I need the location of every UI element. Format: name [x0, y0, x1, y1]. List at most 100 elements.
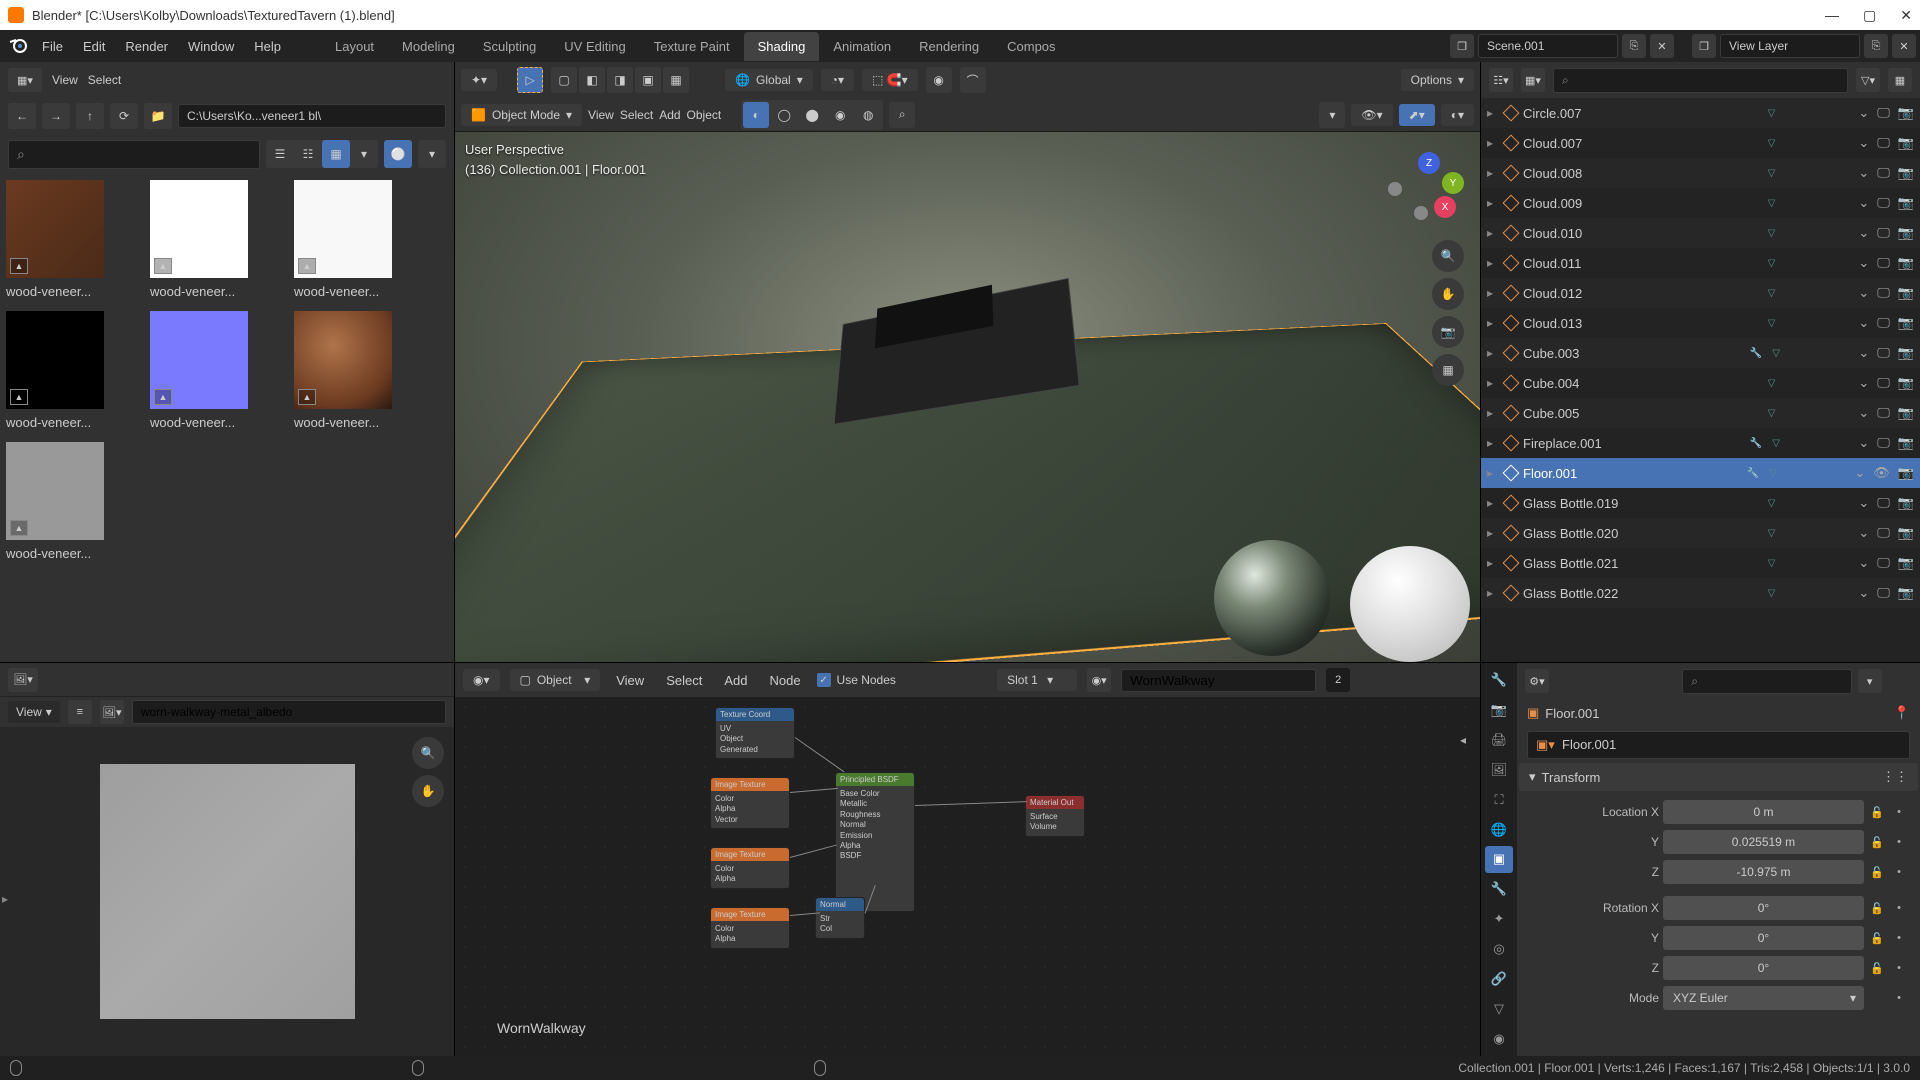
vp-overlay-toggle[interactable]: ◐▾	[1441, 104, 1474, 126]
outliner-row[interactable]: ▸Cube.005▽⌄🖵📷	[1481, 398, 1920, 428]
nav-up-button[interactable]: ↑	[76, 103, 104, 129]
view-thumbnail-button[interactable]: ▦	[322, 140, 350, 168]
ie-pan-button[interactable]: ✋	[412, 775, 444, 807]
prop-options[interactable]: ▾	[1858, 669, 1882, 693]
monitor-icon[interactable]: 🖵	[1877, 345, 1890, 361]
disclose-icon[interactable]: ⌄	[1858, 105, 1869, 121]
outliner-row[interactable]: ▸Cloud.007▽⌄🖵📷	[1481, 128, 1920, 158]
tab-compositing[interactable]: Compos	[993, 32, 1069, 61]
disclose-icon[interactable]: ⌄	[1858, 255, 1869, 271]
prop-edit-curve[interactable]: ⌒	[960, 67, 986, 93]
ie-channels-button[interactable]: ≡	[68, 700, 92, 724]
outliner-row[interactable]: ▸Circle.007▽⌄🖵📷	[1481, 98, 1920, 128]
vp-perspective-button[interactable]: ▦	[1432, 354, 1464, 386]
ie-view-menu[interactable]: View ▾	[8, 701, 60, 723]
monitor-icon[interactable]: 🖵	[1877, 375, 1890, 391]
ie-editor-type[interactable]: 🖼▾	[8, 668, 38, 692]
disclose-icon[interactable]: ⌄	[1858, 225, 1869, 241]
disclose-icon[interactable]: ⌄	[1858, 585, 1869, 601]
outliner-row[interactable]: ▸Cloud.013▽⌄🖵📷	[1481, 308, 1920, 338]
use-nodes-checkbox[interactable]: ✓	[817, 673, 831, 687]
camera-icon[interactable]: 📷	[1898, 405, 1914, 421]
close-button[interactable]: ✕	[1900, 7, 1912, 24]
proptab-particles[interactable]: ✦	[1485, 906, 1513, 933]
camera-icon[interactable]: 📷	[1898, 225, 1914, 241]
prop-search[interactable]	[1682, 669, 1852, 694]
tab-sculpting[interactable]: Sculpting	[469, 32, 550, 61]
outliner-row[interactable]: ▸Fireplace.001🔧▽⌄🖵📷	[1481, 428, 1920, 458]
tab-texture-paint[interactable]: Texture Paint	[640, 32, 744, 61]
tab-modeling[interactable]: Modeling	[388, 32, 469, 61]
rot-z-input[interactable]: 0°	[1663, 956, 1864, 980]
ie-image-name[interactable]	[132, 700, 446, 724]
outliner-row[interactable]: ▸Glass Bottle.021▽⌄🖵📷	[1481, 548, 1920, 578]
outliner-search[interactable]	[1553, 68, 1848, 93]
disclose-icon[interactable]: ⌄	[1858, 375, 1869, 391]
camera-icon[interactable]: 📷	[1898, 525, 1914, 541]
menu-render[interactable]: Render	[115, 33, 178, 60]
monitor-icon[interactable]: 🖵	[1877, 555, 1890, 571]
editor-type-button[interactable]: ▦▾	[8, 68, 42, 92]
gizmo-x-axis[interactable]: X	[1434, 196, 1456, 218]
camera-icon[interactable]: 📷	[1898, 315, 1914, 331]
nav-refresh-button[interactable]: ⟳	[110, 103, 138, 129]
outliner-row[interactable]: ▸Cloud.008▽⌄🖵📷	[1481, 158, 1920, 188]
node-canvas[interactable]: ◂ Texture CoordUVObjectGenerated Image T…	[455, 697, 1480, 1056]
monitor-icon[interactable]: 🖵	[1877, 435, 1890, 451]
thumbnail[interactable]: ▲wood-veneer...	[294, 180, 414, 299]
vp-camera-button[interactable]: 📷	[1432, 316, 1464, 348]
ne-sidebar-toggle[interactable]: ◂	[1460, 733, 1474, 747]
maximize-button[interactable]: ▢	[1863, 7, 1876, 24]
vp-zoom-button[interactable]: 🔍	[1432, 240, 1464, 272]
viewlayer-new-button[interactable]: ⎘	[1864, 34, 1888, 58]
proptab-tool[interactable]: 🔧	[1485, 667, 1513, 694]
thumbnail[interactable]: ▲wood-veneer...	[6, 442, 126, 561]
shading-rendered[interactable]: ◉	[827, 102, 853, 128]
disclose-icon[interactable]: ⌄	[1858, 555, 1869, 571]
filter-button[interactable]: ⚪	[384, 140, 412, 168]
3d-viewport[interactable]: User Perspective (136) Collection.001 | …	[455, 132, 1480, 662]
outliner-row[interactable]: ▸Floor.001🔧▽⌄👁📷	[1481, 458, 1920, 488]
filter-dropdown[interactable]: ▾	[418, 140, 446, 168]
camera-icon[interactable]: 📷	[1898, 585, 1914, 601]
shading-xray[interactable]: ◍	[855, 102, 881, 128]
monitor-icon[interactable]: 🖵	[1877, 585, 1890, 601]
vp-editor-type[interactable]: ✦▾	[461, 69, 497, 91]
proptab-render[interactable]: 📷	[1485, 697, 1513, 724]
thumbnail[interactable]: ▲wood-veneer...	[150, 311, 270, 430]
monitor-icon[interactable]: 🖵	[1877, 495, 1890, 511]
ne-menu-add[interactable]: Add	[718, 669, 753, 692]
disclose-icon[interactable]: ⌄	[1858, 165, 1869, 181]
outliner[interactable]: ▸Circle.007▽⌄🖵📷▸Cloud.007▽⌄🖵📷▸Cloud.008▽…	[1481, 98, 1920, 662]
thumbnail[interactable]: ▲wood-veneer...	[6, 311, 126, 430]
monitor-icon[interactable]: 🖵	[1877, 225, 1890, 241]
disclose-icon[interactable]: ⌄	[1858, 285, 1869, 301]
lock-icon[interactable]: 🔓	[1868, 836, 1886, 849]
ne-menu-node[interactable]: Node	[763, 669, 806, 692]
camera-icon[interactable]: 📷	[1898, 255, 1914, 271]
tab-layout[interactable]: Layout	[321, 32, 388, 61]
panel-transform-header[interactable]: ▾ Transform⋮⋮	[1519, 763, 1918, 791]
transform-orientation[interactable]: 🌐 Global ▾	[725, 69, 813, 91]
snap-dropdown[interactable]: ⬚ 🧲▾	[862, 69, 918, 91]
outliner-row[interactable]: ▸Cloud.010▽⌄🖵📷	[1481, 218, 1920, 248]
node-img3[interactable]: Image TextureColorAlpha	[710, 907, 790, 949]
node-normalmap[interactable]: NormalStrCol	[815, 897, 865, 939]
monitor-icon[interactable]: 🖵	[1877, 105, 1890, 121]
mat-users[interactable]: 2	[1326, 668, 1350, 692]
shading-wire[interactable]: ◯	[771, 102, 797, 128]
disclose-icon[interactable]: ⌄	[1858, 345, 1869, 361]
menu-window[interactable]: Window	[178, 33, 244, 60]
vp-menu-select[interactable]: Select	[620, 108, 653, 122]
monitor-icon[interactable]: 🖵	[1877, 165, 1890, 181]
proptab-data[interactable]: ▽	[1485, 995, 1513, 1022]
outliner-new-collection[interactable]: ▦	[1888, 68, 1912, 92]
ie-image-browse[interactable]: 🖼▾	[100, 700, 124, 724]
outliner-row[interactable]: ▸Cube.004▽⌄🖵📷	[1481, 368, 1920, 398]
view-sort-button[interactable]: ▾	[350, 140, 378, 168]
viewlayer-browse-icon[interactable]: ❐	[1692, 34, 1716, 58]
camera-icon[interactable]: 📷	[1898, 375, 1914, 391]
camera-icon[interactable]: 📷	[1898, 465, 1914, 481]
disclose-icon[interactable]: ⌄	[1858, 525, 1869, 541]
ie-toolbar-toggle[interactable]: ▸	[2, 892, 8, 906]
